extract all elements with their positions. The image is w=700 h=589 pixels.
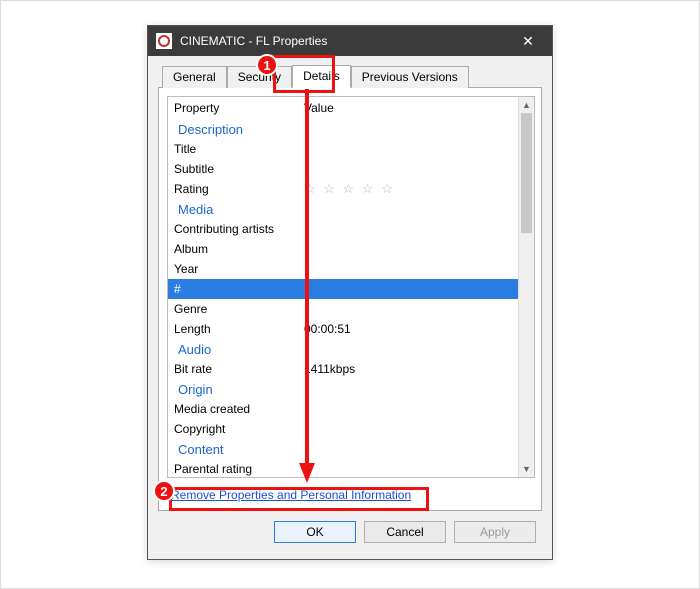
cancel-button[interactable]: Cancel (364, 521, 446, 543)
row-key: Genre (174, 300, 304, 318)
remove-properties-link[interactable]: Remove Properties and Personal Informati… (171, 488, 411, 502)
header-property: Property (174, 101, 304, 115)
vertical-scrollbar[interactable]: ▲ ▼ (518, 97, 534, 477)
row-key: Copyright (174, 420, 304, 438)
row-length[interactable]: Length 00:00:51 (168, 319, 518, 339)
ok-button[interactable]: OK (274, 521, 356, 543)
group-content: Content (168, 439, 518, 459)
group-media: Media (168, 199, 518, 219)
row-rating[interactable]: Rating ☆ ☆ ☆ ☆ ☆ (168, 179, 518, 199)
property-scroll[interactable]: Property Value Description Title Subtitl… (168, 97, 518, 477)
row-contributing-artists[interactable]: Contributing artists (168, 219, 518, 239)
row-parental-rating[interactable]: Parental rating (168, 459, 518, 477)
tab-panel-details: Property Value Description Title Subtitl… (158, 87, 542, 511)
group-description: Description (168, 119, 518, 139)
row-value[interactable] (304, 140, 512, 158)
row-value[interactable] (304, 260, 512, 278)
row-title[interactable]: Title (168, 139, 518, 159)
dialog-body: General Security Details Previous Versio… (148, 56, 552, 559)
row-key: Length (174, 320, 304, 338)
row-value[interactable] (304, 240, 512, 258)
row-key: Media created (174, 400, 304, 418)
row-media-created[interactable]: Media created (168, 399, 518, 419)
row-genre[interactable]: Genre (168, 299, 518, 319)
apply-button[interactable]: Apply (454, 521, 536, 543)
group-audio: Audio (168, 339, 518, 359)
row-key: Bit rate (174, 360, 304, 378)
row-key: Rating (174, 180, 304, 198)
tab-security[interactable]: Security (227, 66, 292, 88)
row-value[interactable] (304, 400, 512, 418)
row-key: Parental rating (174, 460, 304, 477)
tab-details[interactable]: Details (292, 65, 351, 88)
rating-stars-icon[interactable]: ☆ ☆ ☆ ☆ ☆ (304, 180, 512, 198)
row-key: Title (174, 140, 304, 158)
close-icon[interactable]: ✕ (508, 26, 548, 56)
scroll-down-icon[interactable]: ▼ (519, 461, 534, 477)
row-value[interactable] (304, 160, 512, 178)
row-key: # (174, 280, 304, 298)
property-header: Property Value (168, 97, 518, 119)
row-value: 1411kbps (304, 360, 512, 378)
row-value[interactable] (304, 420, 512, 438)
window-title: CINEMATIC - FL Properties (180, 34, 508, 48)
titlebar[interactable]: CINEMATIC - FL Properties ✕ (148, 26, 552, 56)
row-value[interactable] (304, 300, 512, 318)
row-key: Album (174, 240, 304, 258)
row-subtitle[interactable]: Subtitle (168, 159, 518, 179)
header-value: Value (304, 101, 512, 115)
scroll-track[interactable] (519, 113, 534, 461)
row-bit-rate[interactable]: Bit rate 1411kbps (168, 359, 518, 379)
row-value: 00:00:51 (304, 320, 512, 338)
scroll-thumb[interactable] (521, 113, 532, 233)
row-key: Subtitle (174, 160, 304, 178)
app-icon (156, 33, 172, 49)
group-origin: Origin (168, 379, 518, 399)
scroll-up-icon[interactable]: ▲ (519, 97, 534, 113)
row-album[interactable]: Album (168, 239, 518, 259)
row-key: Year (174, 260, 304, 278)
properties-dialog: CINEMATIC - FL Properties ✕ General Secu… (147, 25, 553, 560)
row-copyright[interactable]: Copyright (168, 419, 518, 439)
property-list: Property Value Description Title Subtitl… (167, 96, 535, 478)
row-key: Contributing artists (174, 220, 304, 238)
tabstrip: General Security Details Previous Versio… (162, 65, 542, 88)
row-value[interactable] (304, 460, 512, 477)
tab-previous-versions[interactable]: Previous Versions (351, 66, 469, 88)
row-value[interactable] (304, 220, 512, 238)
row-value[interactable] (304, 280, 512, 298)
dialog-button-row: OK Cancel Apply (158, 511, 542, 547)
tab-general[interactable]: General (162, 66, 227, 88)
row-year[interactable]: Year (168, 259, 518, 279)
row-track-number[interactable]: # (168, 279, 518, 299)
